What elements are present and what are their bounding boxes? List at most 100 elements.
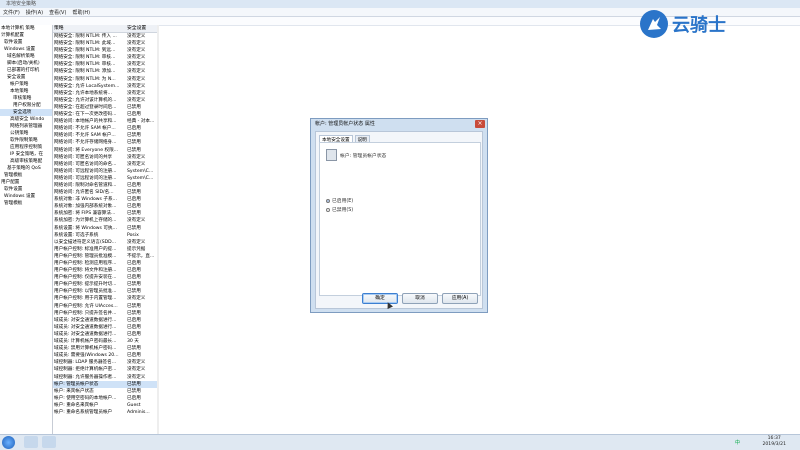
tree-item[interactable]: 软件设置 — [0, 186, 52, 193]
table-row-setting[interactable]: 已禁用 — [126, 104, 158, 111]
tree-item[interactable]: 本地策略 — [0, 88, 52, 95]
table-row-setting[interactable]: 已禁用 — [126, 388, 158, 395]
menu-action[interactable]: 操作(A) — [26, 9, 43, 16]
table-row-setting[interactable]: 已禁用 — [126, 288, 158, 295]
table-row-setting[interactable]: System\C... — [126, 168, 158, 175]
table-row-setting[interactable]: 30 天 — [126, 338, 158, 345]
table-row-setting[interactable]: 已禁用 — [126, 189, 158, 196]
table-row-setting[interactable]: 没有定义 — [126, 374, 158, 381]
table-row-setting[interactable]: 已禁用 — [126, 281, 158, 288]
table-row-setting[interactable]: 已启用 — [126, 317, 158, 324]
table-row-setting[interactable]: 已启用 — [126, 352, 158, 359]
table-row-setting[interactable]: 已启用 — [126, 196, 158, 203]
table-row-setting[interactable]: 没有定义 — [126, 366, 158, 373]
table-row-setting[interactable]: 已禁用 — [126, 139, 158, 146]
tree-item[interactable]: 已部署的打印机 — [0, 67, 52, 74]
tree-item[interactable]: 审核策略 — [0, 95, 52, 102]
table-row-setting[interactable]: 没有定义 — [126, 76, 158, 83]
table-row-setting[interactable]: 没有定义 — [126, 54, 158, 61]
menu-file[interactable]: 文件(F) — [3, 9, 20, 16]
table-row-setting[interactable]: 没有定义 — [126, 90, 158, 97]
table-row-setting[interactable]: 没有定义 — [126, 239, 158, 246]
table-row-setting[interactable]: 没有定义 — [126, 61, 158, 68]
table-row-setting[interactable]: 没有定义 — [126, 33, 158, 40]
table-row-setting[interactable]: 已启用 — [126, 260, 158, 267]
clock[interactable]: 16:37 2019/3/21 — [762, 436, 786, 448]
tree-item[interactable]: 安全设置 — [0, 74, 52, 81]
table-row-setting[interactable]: 不提示，直... — [126, 253, 158, 260]
tree-item[interactable]: 软件限制策略 — [0, 137, 52, 144]
tree-item[interactable]: IP 安全策略，在 — [0, 151, 52, 158]
table-row-setting[interactable]: 提示凭据 — [126, 246, 158, 253]
table-row-setting[interactable]: 已启用 — [126, 111, 158, 118]
tree-item[interactable]: 高级审核策略配 — [0, 158, 52, 165]
taskbar-app-1[interactable] — [24, 436, 38, 448]
tree-item[interactable]: 计算机配置 — [0, 32, 52, 39]
ok-button[interactable]: 确定 — [362, 293, 398, 304]
dialog-title: 帐户: 管理员帐户状态 属性 — [315, 121, 375, 127]
table-row-setting[interactable]: 经典 - 对本... — [126, 118, 158, 125]
tree-item[interactable]: Windows 设置 — [0, 193, 52, 200]
table-row-setting[interactable]: 没有定义 — [126, 295, 158, 302]
menu-view[interactable]: 查看(V) — [49, 9, 66, 16]
table-row-setting[interactable]: 已启用 — [126, 331, 158, 338]
table-row-setting[interactable]: 已启用 — [126, 324, 158, 331]
tree-item[interactable]: 安全选项 — [0, 109, 52, 116]
table-row-setting[interactable]: 没有定义 — [126, 154, 158, 161]
table-row-setting[interactable]: 没有定义 — [126, 40, 158, 47]
option-disabled[interactable]: 已禁用(S) — [326, 206, 353, 213]
table-row-setting[interactable]: 已禁用 — [126, 225, 158, 232]
table-row-setting[interactable]: Posix — [126, 232, 158, 239]
tree-item[interactable]: 网络列表管理器 — [0, 123, 52, 130]
tree-item[interactable]: 脚本(启动/关机) — [0, 60, 52, 67]
table-row-setting[interactable]: 没有定义 — [126, 83, 158, 90]
tree-item[interactable]: 帐户策略 — [0, 81, 52, 88]
close-icon[interactable]: × — [475, 120, 485, 128]
table-row-setting[interactable]: 已启用 — [126, 182, 158, 189]
menu-help[interactable]: 帮助(H) — [72, 9, 90, 16]
option-enabled[interactable]: 已启用(E) — [326, 197, 353, 204]
table-row-setting[interactable]: Adminis... — [126, 409, 158, 416]
apply-button[interactable]: 应用(A) — [442, 293, 478, 304]
table-row-setting[interactable]: 已禁用 — [126, 210, 158, 217]
tree-item[interactable]: 管理模板 — [0, 172, 52, 179]
tree-item[interactable]: 域名解析策略 — [0, 53, 52, 60]
tree-item[interactable]: 基于策略的 QoS — [0, 165, 52, 172]
table-row-setting[interactable]: 已启用 — [126, 203, 158, 210]
tree-item[interactable]: 高级安全 Windo — [0, 116, 52, 123]
taskbar-app-2[interactable] — [42, 436, 56, 448]
tree-item[interactable]: 管理模板 — [0, 200, 52, 207]
radio-enabled[interactable] — [326, 198, 330, 203]
table-row-setting[interactable]: 没有定义 — [126, 359, 158, 366]
tree-item[interactable]: 本地计算机 策略 — [0, 25, 52, 32]
table-row-setting[interactable]: 已启用 — [126, 125, 158, 132]
table-row-setting[interactable]: 没有定义 — [126, 217, 158, 224]
tree-item[interactable]: 软件设置 — [0, 39, 52, 46]
tree-item[interactable]: Windows 设置 — [0, 46, 52, 53]
table-row-setting[interactable]: Guest — [126, 402, 158, 409]
start-button[interactable] — [2, 436, 15, 449]
tree-item[interactable]: 用户权限分配 — [0, 102, 52, 109]
tree-item[interactable]: 用户配置 — [0, 179, 52, 186]
table-row-setting[interactable]: 已禁用 — [126, 380, 158, 388]
radio-disabled[interactable] — [326, 207, 330, 212]
tree-item[interactable]: 应用程序控制策 — [0, 144, 52, 151]
list-scrollbar[interactable] — [157, 25, 159, 434]
table-row-setting[interactable]: 已启用 — [126, 395, 158, 402]
table-row-setting[interactable]: 已禁用 — [126, 345, 158, 352]
table-row-setting[interactable]: 没有定义 — [126, 97, 158, 104]
table-row-setting[interactable]: 没有定义 — [126, 161, 158, 168]
table-row-setting[interactable]: 已禁用 — [126, 147, 158, 154]
table-row-setting[interactable]: 已禁用 — [126, 310, 158, 317]
tree-item[interactable]: 公钥策略 — [0, 130, 52, 137]
table-row-setting[interactable]: System\C... — [126, 175, 158, 182]
table-row-setting[interactable]: 没有定义 — [126, 47, 158, 54]
ime-indicator[interactable]: 中 — [735, 439, 740, 446]
table-row-setting[interactable]: 已禁用 — [126, 132, 158, 139]
cancel-button[interactable]: 取消 — [402, 293, 438, 304]
table-row-setting[interactable]: 已启用 — [126, 274, 158, 281]
table-row-setting[interactable]: 已禁用 — [126, 303, 158, 310]
table-row-setting[interactable]: 没有定义 — [126, 68, 158, 75]
column-header-setting[interactable]: 安全设置 — [126, 25, 158, 33]
table-row-setting[interactable]: 已启用 — [126, 267, 158, 274]
